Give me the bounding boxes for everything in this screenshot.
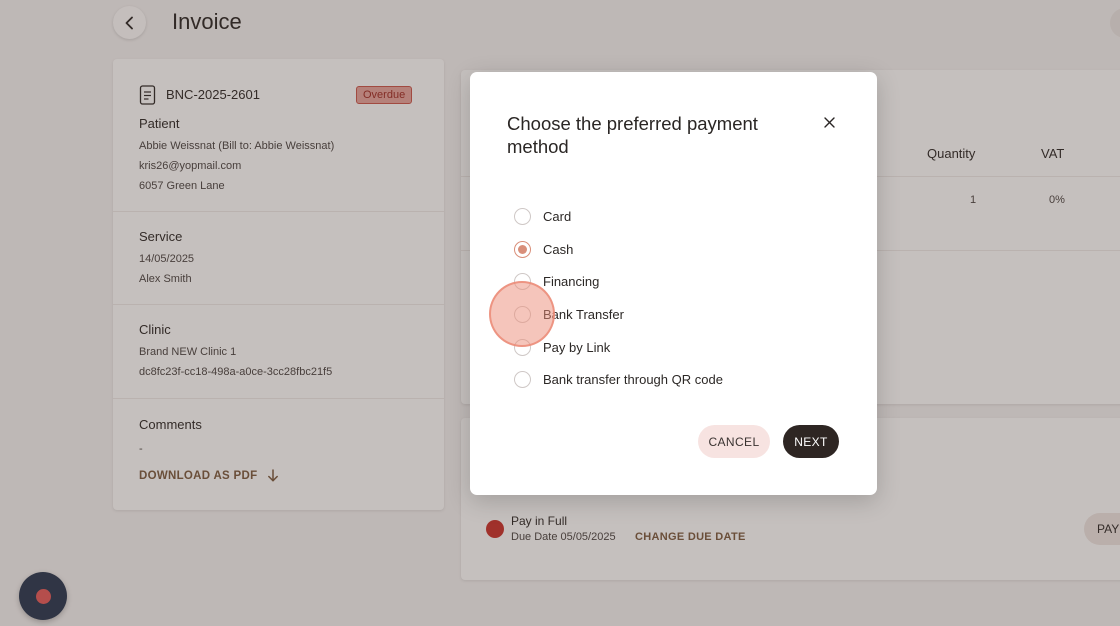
click-indicator bbox=[489, 281, 555, 347]
option-card[interactable]: Card bbox=[514, 206, 571, 226]
option-label: Bank Transfer bbox=[543, 306, 624, 322]
option-cash[interactable]: Cash bbox=[514, 239, 573, 259]
radio-cash[interactable] bbox=[514, 240, 531, 258]
option-label: Card bbox=[543, 208, 572, 224]
modal-title: Choose the preferred payment method bbox=[507, 113, 758, 157]
next-button[interactable]: NEXT bbox=[783, 425, 839, 458]
option-label: Cash bbox=[543, 241, 574, 257]
close-button[interactable] bbox=[820, 113, 838, 131]
option-bank-transfer-qr[interactable]: Bank transfer through QR code bbox=[514, 369, 723, 389]
close-icon bbox=[823, 116, 835, 128]
option-label: Pay by Link bbox=[543, 339, 611, 355]
option-label: Financing bbox=[543, 273, 600, 289]
option-label: Bank transfer through QR code bbox=[543, 371, 723, 387]
cancel-button[interactable]: CANCEL bbox=[698, 425, 770, 458]
radio-bank-transfer-qr[interactable] bbox=[514, 370, 531, 388]
radio-card[interactable] bbox=[514, 207, 531, 225]
